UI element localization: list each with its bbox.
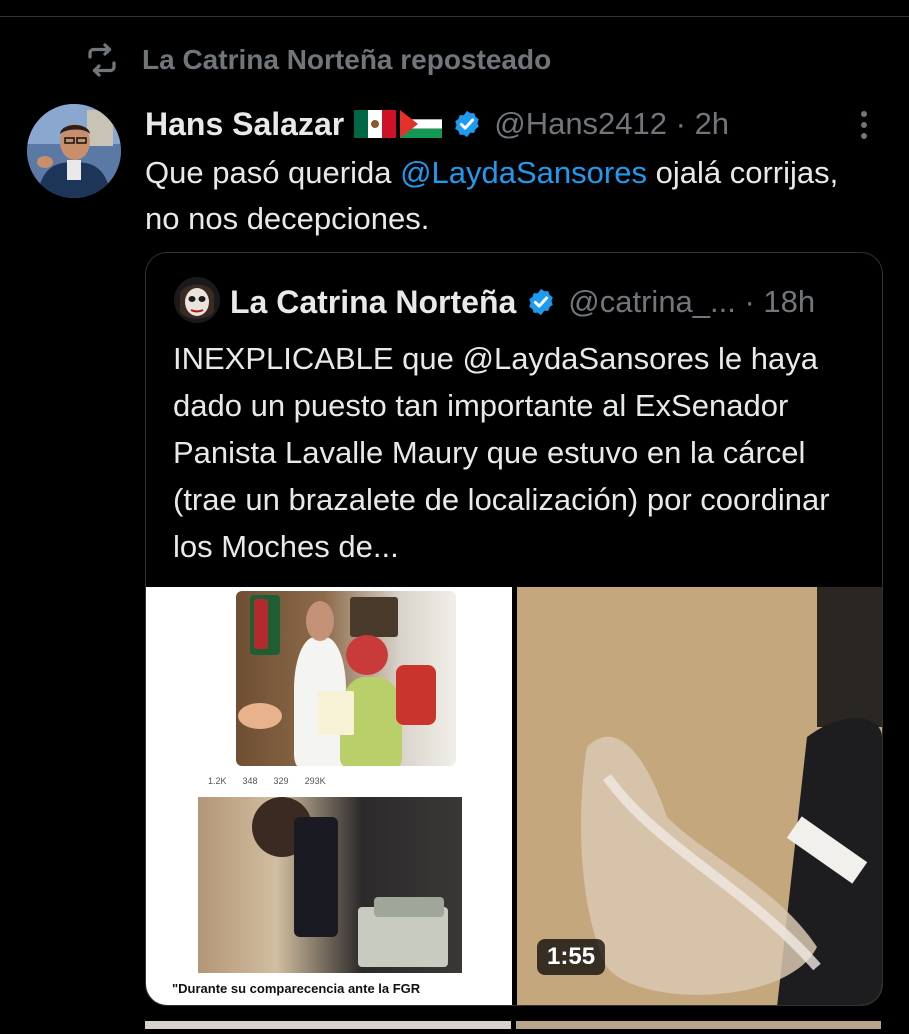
author-name[interactable]: Hans Salazar [145, 106, 344, 143]
quote-image[interactable]: 1.2K 348 329 293K "Durante su comparecen… [146, 587, 512, 1005]
image-caption: "Durante su comparecencia ante la FGR [172, 981, 421, 996]
repost-context[interactable]: La Catrina Norteña reposteado [84, 40, 551, 80]
catrina-avatar-image [174, 277, 220, 323]
author-avatar[interactable] [27, 104, 121, 198]
embedded-stat-reposts: 348 [242, 776, 258, 786]
verified-badge-icon [529, 288, 554, 316]
author-flags [354, 110, 443, 138]
tweet-text: Que pasó querida @LaydaSansores ojalá co… [145, 150, 865, 242]
quoted-tweet[interactable]: La Catrina Norteña @catrina_... · 18h IN… [145, 252, 883, 1006]
video-duration: 1:55 [537, 939, 606, 975]
quote-author-handle-time[interactable]: @catrina_... · 18h [568, 284, 815, 320]
quote-header: La Catrina Norteña @catrina_... · 18h [230, 277, 815, 327]
tweet-text-before: Que pasó querida [145, 155, 401, 190]
quote-video[interactable]: 1:55 [517, 587, 882, 1005]
avatar-image [27, 104, 121, 198]
mention-link[interactable]: @LaydaSansores [400, 155, 647, 190]
verified-badge-icon [455, 110, 479, 138]
money-photo [198, 797, 462, 973]
author-handle-time[interactable]: @Hans2412 · 2h [494, 106, 729, 142]
next-media-strip [145, 1016, 881, 1029]
embedded-stat-replies: 1.2K [208, 776, 227, 786]
quote-author-avatar[interactable] [174, 277, 220, 323]
repost-label: La Catrina Norteña reposteado [142, 44, 552, 75]
embedded-post-stats: 1.2K 348 329 293K [208, 769, 508, 793]
top-divider [0, 16, 909, 17]
tweet-header: Hans Salazar @Hans2412 · 2h [145, 100, 885, 148]
repost-icon [88, 43, 116, 77]
mexico-flag-icon [354, 110, 397, 138]
palestine-flag-icon [400, 110, 443, 138]
more-vertical-icon[interactable] [852, 108, 876, 142]
ceremony-photo [236, 591, 456, 766]
quote-author-name[interactable]: La Catrina Norteña [230, 284, 516, 321]
embedded-stat-views: 293K [304, 776, 326, 786]
embedded-stat-likes: 329 [273, 776, 289, 786]
quote-text: INEXPLICABLE que @LaydaSansores le haya … [173, 341, 830, 564]
quote-media: 1.2K 348 329 293K "Durante su comparecen… [146, 587, 882, 1005]
